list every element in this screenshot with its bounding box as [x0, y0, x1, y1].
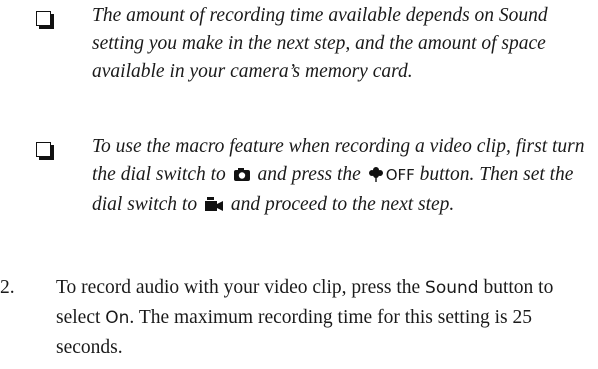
- checkbox-bullet-icon: [36, 11, 54, 29]
- note-macro-feature: To use the macro feature when recording …: [92, 133, 592, 221]
- manual-page: The amount of recording time available d…: [0, 0, 598, 369]
- checkbox-bullet-icon: [36, 142, 54, 160]
- note-text-mid: and press the: [257, 164, 361, 185]
- on-option-label: On: [105, 308, 130, 328]
- sound-button-label: Sound: [425, 278, 479, 298]
- video-mode-icon: [204, 193, 224, 221]
- macro-flower-icon: [368, 163, 384, 191]
- macro-off-label: OFF: [385, 166, 415, 184]
- note-text: The amount of recording time available d…: [92, 5, 548, 82]
- step-text: To record audio with your video clip, pr…: [56, 273, 586, 362]
- note-text-end: and proceed to the next step.: [230, 194, 455, 215]
- step-number: 2.: [0, 277, 15, 298]
- camera-mode-icon: [233, 163, 251, 191]
- step-text-start: To record audio with your video clip, pr…: [56, 277, 421, 298]
- note-recording-time: The amount of recording time available d…: [92, 2, 592, 86]
